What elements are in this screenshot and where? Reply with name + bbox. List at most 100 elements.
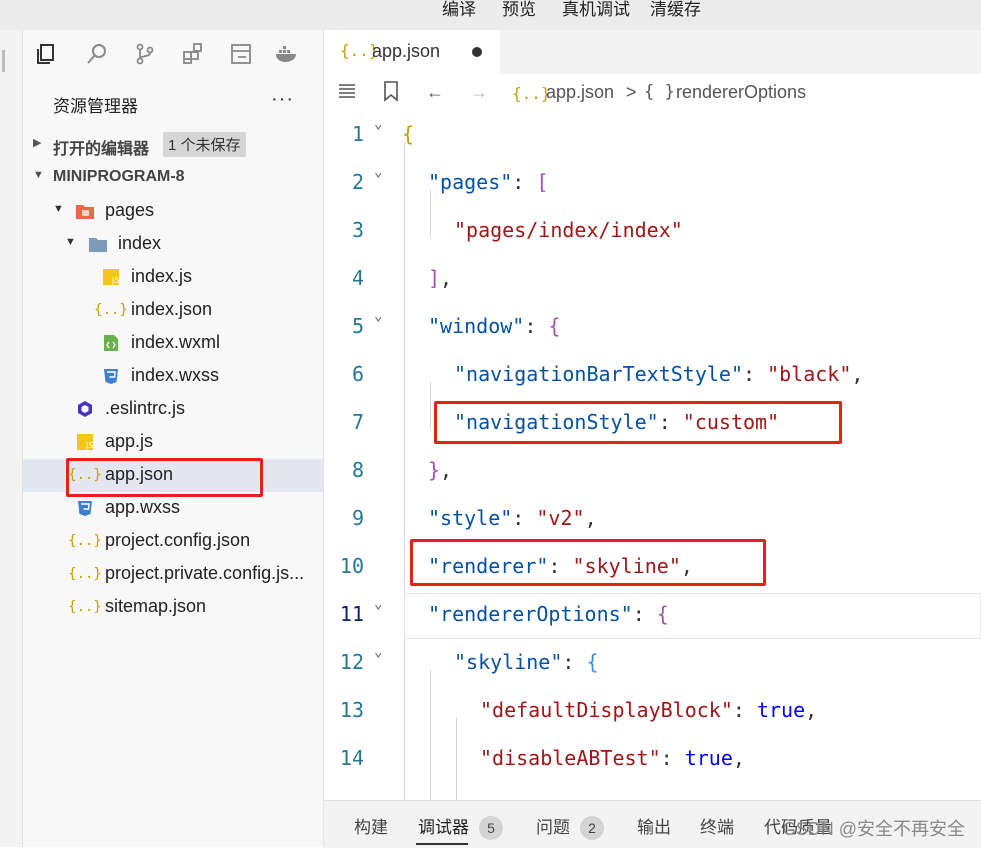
code-line[interactable]: 14 "disableABTest": true, (324, 736, 981, 784)
svg-text:JS: JS (111, 276, 119, 285)
tree-item-label: index.wxml (131, 332, 221, 352)
menu-device-debug[interactable]: 真机调试 (562, 0, 630, 22)
code-token: true (756, 698, 806, 722)
code-token: "window" (428, 314, 525, 338)
project-section[interactable]: ▼ MINIPROGRAM-8 (23, 163, 323, 193)
tree-item-label: index.js (131, 266, 193, 286)
extensions-icon[interactable] (179, 40, 207, 68)
menu-compile[interactable]: 编译 (442, 0, 476, 22)
tree-item[interactable]: JS index.js (23, 261, 323, 294)
code-line[interactable]: 3 "pages/index/index" (324, 208, 981, 256)
menu-preview[interactable]: 预览 (502, 0, 536, 22)
search-icon[interactable] (83, 40, 111, 68)
line-number: 8 (351, 458, 364, 482)
code-line[interactable]: 6 "navigationBarTextStyle": "black", (324, 352, 981, 400)
code-text: "pages/index/index" (454, 218, 683, 242)
code-text: "pages": [ (428, 170, 548, 194)
code-text: "window": { (428, 314, 560, 338)
layout-icon[interactable] (227, 40, 255, 68)
tree-item[interactable]: ▼ index (23, 228, 323, 261)
problems-count: 2 (580, 816, 604, 840)
tab-app-json[interactable]: {..} app.json (324, 30, 500, 74)
tree-item[interactable]: {..} sitemap.json (23, 591, 323, 624)
code-line[interactable]: 12 ⌄ "skyline": { (324, 640, 981, 688)
code-line[interactable]: 4], (324, 256, 981, 304)
highlight-navigation-style (434, 401, 842, 444)
code-line[interactable]: 5 ⌄ "window": { (324, 304, 981, 352)
code-line[interactable]: 11 ⌄ "rendererOptions": { (324, 592, 981, 640)
menu-clear-cache[interactable]: 清缓存 (650, 0, 701, 22)
open-editors-section[interactable]: ▶ 打开的编辑器 1 个未保存 (23, 130, 323, 160)
code-token: "rendererOptions" (428, 602, 633, 626)
folder-caret-icon[interactable]: ▼ (53, 203, 64, 215)
tree-item[interactable]: index.wxss (23, 360, 323, 393)
tab-build[interactable]: 构建 (354, 813, 388, 838)
json-file-icon: {..} (68, 599, 102, 615)
more-actions-button[interactable]: ··· (271, 88, 294, 111)
js-file-icon: JS (75, 432, 95, 452)
pages-folder-icon (75, 201, 95, 221)
line-number: 9 (351, 506, 364, 530)
code-line[interactable]: 1 ⌄ { (324, 112, 981, 160)
line-number: 2 (351, 170, 364, 194)
fold-chevron-icon[interactable]: ⌄ (374, 596, 382, 612)
tree-item[interactable]: {..} index.json (23, 294, 323, 327)
tree-item-label: index (118, 233, 162, 253)
list-icon[interactable] (336, 80, 358, 107)
code-token: "pages/index/index" (454, 218, 683, 242)
forward-arrow-icon[interactable]: → (470, 82, 488, 103)
line-number: 10 (339, 554, 364, 578)
tab-bar: {..} app.json (324, 30, 981, 74)
expanded-caret-icon: ▼ (33, 169, 44, 181)
folder-caret-icon[interactable]: ▼ (65, 236, 76, 248)
breadcrumb-bar: ← → {..} app.json > { } rendererOptions (324, 74, 981, 112)
tab-problems-label: 问题 (536, 818, 570, 837)
fold-chevron-icon[interactable]: ⌄ (374, 644, 382, 660)
line-number: 5 (351, 314, 364, 338)
code-token: "style" (428, 506, 513, 530)
code-line[interactable]: 13 "defaultDisplayBlock": true, (324, 688, 981, 736)
code-line[interactable]: 9 "style": "v2", (324, 496, 981, 544)
breadcrumb-file[interactable]: app.json (546, 82, 614, 103)
code-view[interactable]: 1 ⌄{ 2 ⌄ "pages": [ 3 "pages/index/index" 4], 5 ⌄… (324, 112, 981, 802)
unsaved-dot-icon[interactable] (472, 47, 482, 57)
tab-terminal[interactable]: 终端 (700, 813, 734, 838)
tree-item-label: .eslintrc.js (105, 398, 186, 418)
unsaved-badge: 1 个未保存 (163, 132, 246, 157)
tree-item[interactable]: {..} project.private.config.js... (23, 558, 323, 591)
tree-item[interactable]: index.wxml (23, 327, 323, 360)
breadcrumb-symbol[interactable]: rendererOptions (676, 82, 806, 103)
code-token: : (524, 314, 549, 338)
code-line[interactable]: 2 ⌄ "pages": [ (324, 160, 981, 208)
source-control-icon[interactable] (131, 40, 159, 68)
fold-chevron-icon[interactable]: ⌄ (374, 116, 382, 132)
back-arrow-icon[interactable]: ← (426, 82, 444, 103)
fold-chevron-icon[interactable]: ⌄ (374, 164, 382, 180)
code-token: [ (536, 170, 549, 194)
code-token: : (512, 506, 537, 530)
open-editors-label: 打开的编辑器 (53, 141, 150, 158)
code-token: : (742, 362, 768, 386)
tree-item-label: index.wxss (131, 365, 220, 385)
docker-icon[interactable] (273, 40, 301, 68)
wxml-file-icon (101, 333, 121, 353)
debugger-count: 5 (479, 816, 503, 840)
tree-item[interactable]: ▼ pages (23, 195, 323, 228)
tab-problems[interactable]: 问题 2 (536, 813, 604, 840)
code-line[interactable]: 8}, (324, 448, 981, 496)
files-icon[interactable] (33, 40, 61, 68)
bookmark-icon[interactable] (382, 80, 400, 107)
object-icon: { } (644, 82, 675, 102)
tree-item[interactable]: {..} project.config.json (23, 525, 323, 558)
fold-chevron-icon[interactable]: ⌄ (374, 308, 382, 324)
line-number: 13 (339, 698, 364, 722)
highlight-renderer (410, 539, 766, 586)
line-number: 14 (339, 746, 364, 770)
tree-item[interactable]: JS app.js (23, 426, 323, 459)
code-token: : (660, 746, 685, 770)
tab-output[interactable]: 输出 (637, 813, 671, 838)
tree-item[interactable]: .eslintrc.js (23, 393, 323, 426)
breadcrumb-separator: > (626, 82, 637, 102)
code-token: : (632, 602, 657, 626)
tab-debugger[interactable]: 调试器 5 (418, 813, 503, 840)
